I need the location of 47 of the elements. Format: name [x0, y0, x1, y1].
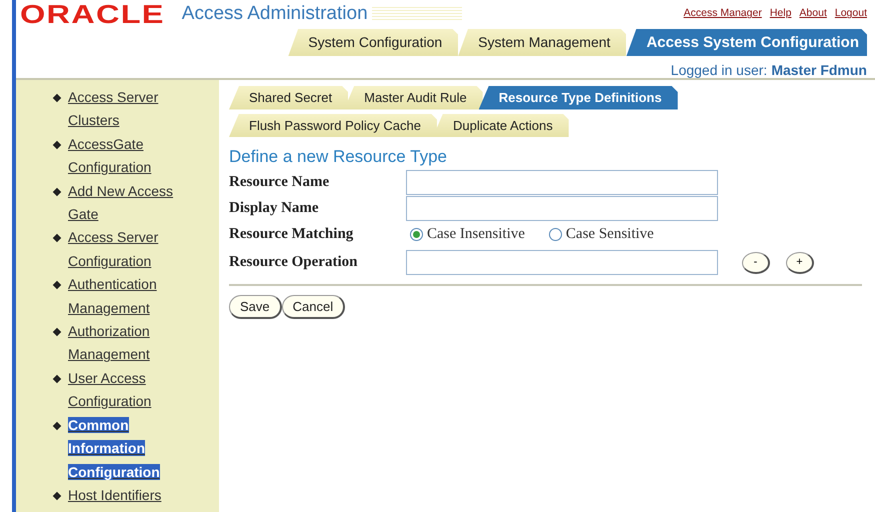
header-link[interactable]: Logout [834, 6, 867, 22]
sidebar-link[interactable]: Authorization Management [68, 320, 190, 367]
radio-button[interactable] [410, 228, 423, 241]
sidebar-link[interactable]: User Access Configuration [68, 366, 190, 414]
nav-tab[interactable]: System Configuration [288, 28, 458, 56]
header-link[interactable]: Help [770, 6, 792, 22]
bullet-icon [52, 94, 62, 102]
bullet-icon [52, 281, 62, 290]
sidebar-link[interactable]: Host Identifiers [68, 484, 190, 508]
form-button[interactable]: Cancel [282, 294, 346, 319]
radio-button[interactable] [548, 228, 562, 241]
bullet-icon [52, 187, 62, 196]
field-label: Display Name [229, 199, 320, 218]
option-label: Case Sensitive [566, 225, 654, 244]
sub-tab[interactable]: Resource Type Definitions [478, 86, 678, 110]
bullet-icon [52, 374, 62, 384]
bullet-icon [52, 140, 62, 150]
header-link[interactable]: Access Manager [684, 6, 762, 22]
input-field[interactable] [406, 196, 718, 221]
field-label: Resource Matching [229, 225, 354, 244]
form-button[interactable]: Save [229, 294, 282, 319]
logo: ORACLE [20, 1, 165, 28]
sidebar-link[interactable]: AccessGate Configuration [68, 132, 190, 180]
bullet-icon [52, 328, 62, 336]
nav-tab[interactable]: System Management [458, 28, 626, 56]
sidebar-link[interactable]: Authentication Management [68, 273, 190, 320]
add-button[interactable]: + [786, 252, 814, 274]
field-label: Resource Name [229, 173, 330, 192]
input-field[interactable] [406, 250, 718, 275]
bullet-icon [52, 492, 62, 500]
app-title: Access Administration [182, 2, 368, 26]
user-name: Master Fdmun [771, 61, 867, 80]
input-field[interactable] [406, 170, 718, 195]
bullet-icon [52, 421, 62, 430]
user-label: Logged in user: [670, 61, 768, 80]
header-link[interactable]: About [799, 6, 827, 22]
bullet-icon [52, 234, 62, 243]
sub-tab[interactable]: Flush Password Policy Cache [229, 114, 437, 137]
sub-tab[interactable]: Shared Secret [229, 86, 348, 110]
field-label: Resource Operation [229, 253, 358, 272]
nav-tab[interactable]: Access System Configuration [626, 28, 867, 56]
form-heading: Define a new Resource Type [229, 146, 448, 168]
sidebar-link[interactable]: Access Server Configuration [68, 226, 190, 274]
option-label: Case Insensitive [427, 225, 525, 244]
sidebar-link[interactable]: Add New Access Gate [68, 180, 190, 226]
remove-button[interactable]: - [742, 252, 770, 274]
sidebar-link[interactable]: Access Server Clusters [68, 86, 190, 133]
